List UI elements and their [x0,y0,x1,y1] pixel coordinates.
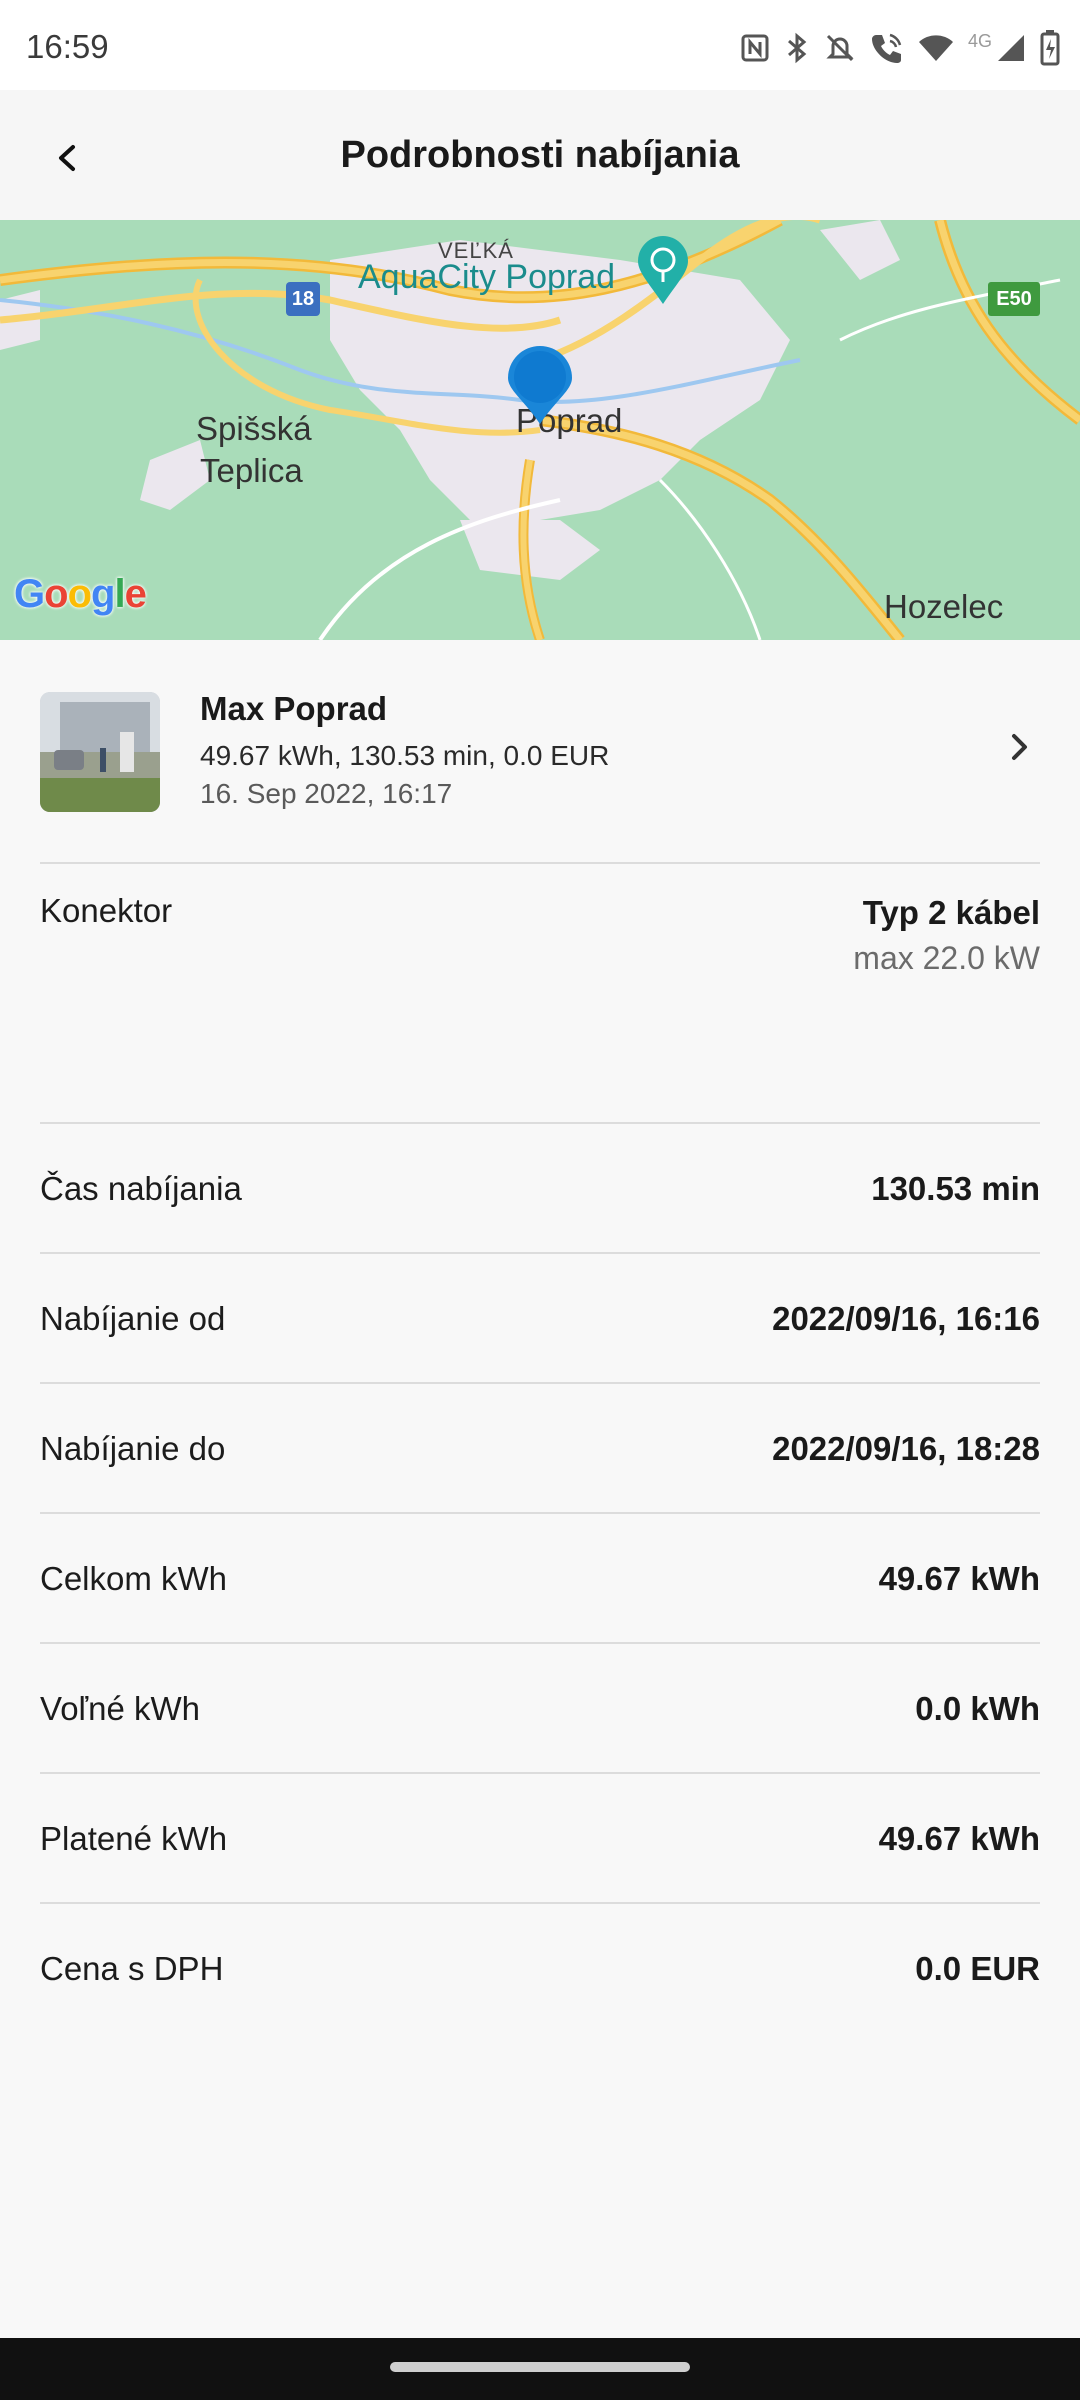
detail-value: 49.67 kWh [878,1560,1040,1597]
detail-row-charging-from: Nabíjanie od 2022/09/16, 16:16 [0,1254,1080,1382]
bluetooth-icon [784,32,810,64]
battery-charging-icon [1040,30,1060,66]
map-label-hozelec: Hozelec [884,588,1004,625]
google-logo: Google [14,572,147,616]
detail-label: Čas nabíjania [40,1170,242,1207]
station-summary: 49.67 kWh, 130.53 min, 0.0 EUR [200,740,610,771]
detail-label: Voľné kWh [40,1690,201,1727]
detail-value: 2022/09/16, 16:16 [772,1300,1040,1337]
location-map[interactable]: VEĽKÁ AquaCity Poprad 18 E50 Spišská Tep… [0,220,1080,640]
connector-row: Konektor Typ 2 kábel max 22.0 kW [0,864,1080,1122]
status-bar: 16:59 4G [0,0,1080,90]
map-label-aquacity[interactable]: AquaCity Poprad [358,258,615,296]
detail-row-price-vat: Cena s DPH 0.0 EUR [0,1904,1080,2032]
detail-label: Platené kWh [40,1820,228,1857]
connector-type: Typ 2 kábel [862,894,1040,931]
signal-icon [996,33,1026,63]
detail-label: Celkom kWh [40,1560,228,1597]
location-pin-icon[interactable] [504,344,576,431]
route-18-shield: 18 [286,282,320,316]
page-title: Podrobnosti nabíjania [340,134,740,176]
detail-value: 2022/09/16, 18:28 [772,1430,1040,1467]
station-photo [40,692,160,812]
detail-label: Cena s DPH [40,1950,224,1987]
detail-label: Nabíjanie do [40,1430,226,1467]
status-time: 16:59 [26,28,109,65]
detail-row-paid-kwh: Platené kWh 49.67 kWh [0,1774,1080,1902]
detail-value: 0.0 EUR [915,1950,1040,1987]
route-e50-shield: E50 [988,282,1040,316]
station-card[interactable]: Max Poprad 49.67 kWh, 130.53 min, 0.0 EU… [0,640,1080,862]
system-nav-bar [0,2338,1080,2400]
map-label-spisska: Spišská [196,410,312,447]
mute-icon [824,32,856,64]
home-gesture-handle[interactable] [390,2362,690,2372]
station-date: 16. Sep 2022, 16:17 [200,778,453,809]
detail-value: 49.67 kWh [878,1820,1040,1857]
detail-row-charging-to: Nabíjanie do 2022/09/16, 18:28 [0,1384,1080,1512]
detail-label: Nabíjanie od [40,1300,226,1337]
station-name: Max Poprad [200,690,388,727]
network-type-label: 4G [967,30,992,51]
nfc-icon [740,33,770,63]
wifi-icon [918,33,954,63]
status-icons: 4G [740,26,1060,70]
aquacity-poi-icon[interactable] [636,236,690,311]
detail-row-total-kwh: Celkom kWh 49.67 kWh [0,1514,1080,1642]
chevron-right-icon [1008,732,1032,767]
detail-value: 130.53 min [871,1170,1040,1207]
detail-row-free-kwh: Voľné kWh 0.0 kWh [0,1644,1080,1772]
connector-power: max 22.0 kW [853,940,1040,976]
connector-label: Konektor [40,892,173,929]
map-label-teplica: Teplica [200,452,303,489]
app-bar: Podrobnosti nabíjania [0,90,1080,220]
wifi-call-icon [870,31,904,65]
detail-value: 0.0 kWh [915,1690,1040,1727]
detail-row-charging-time: Čas nabíjania 130.53 min [0,1124,1080,1252]
